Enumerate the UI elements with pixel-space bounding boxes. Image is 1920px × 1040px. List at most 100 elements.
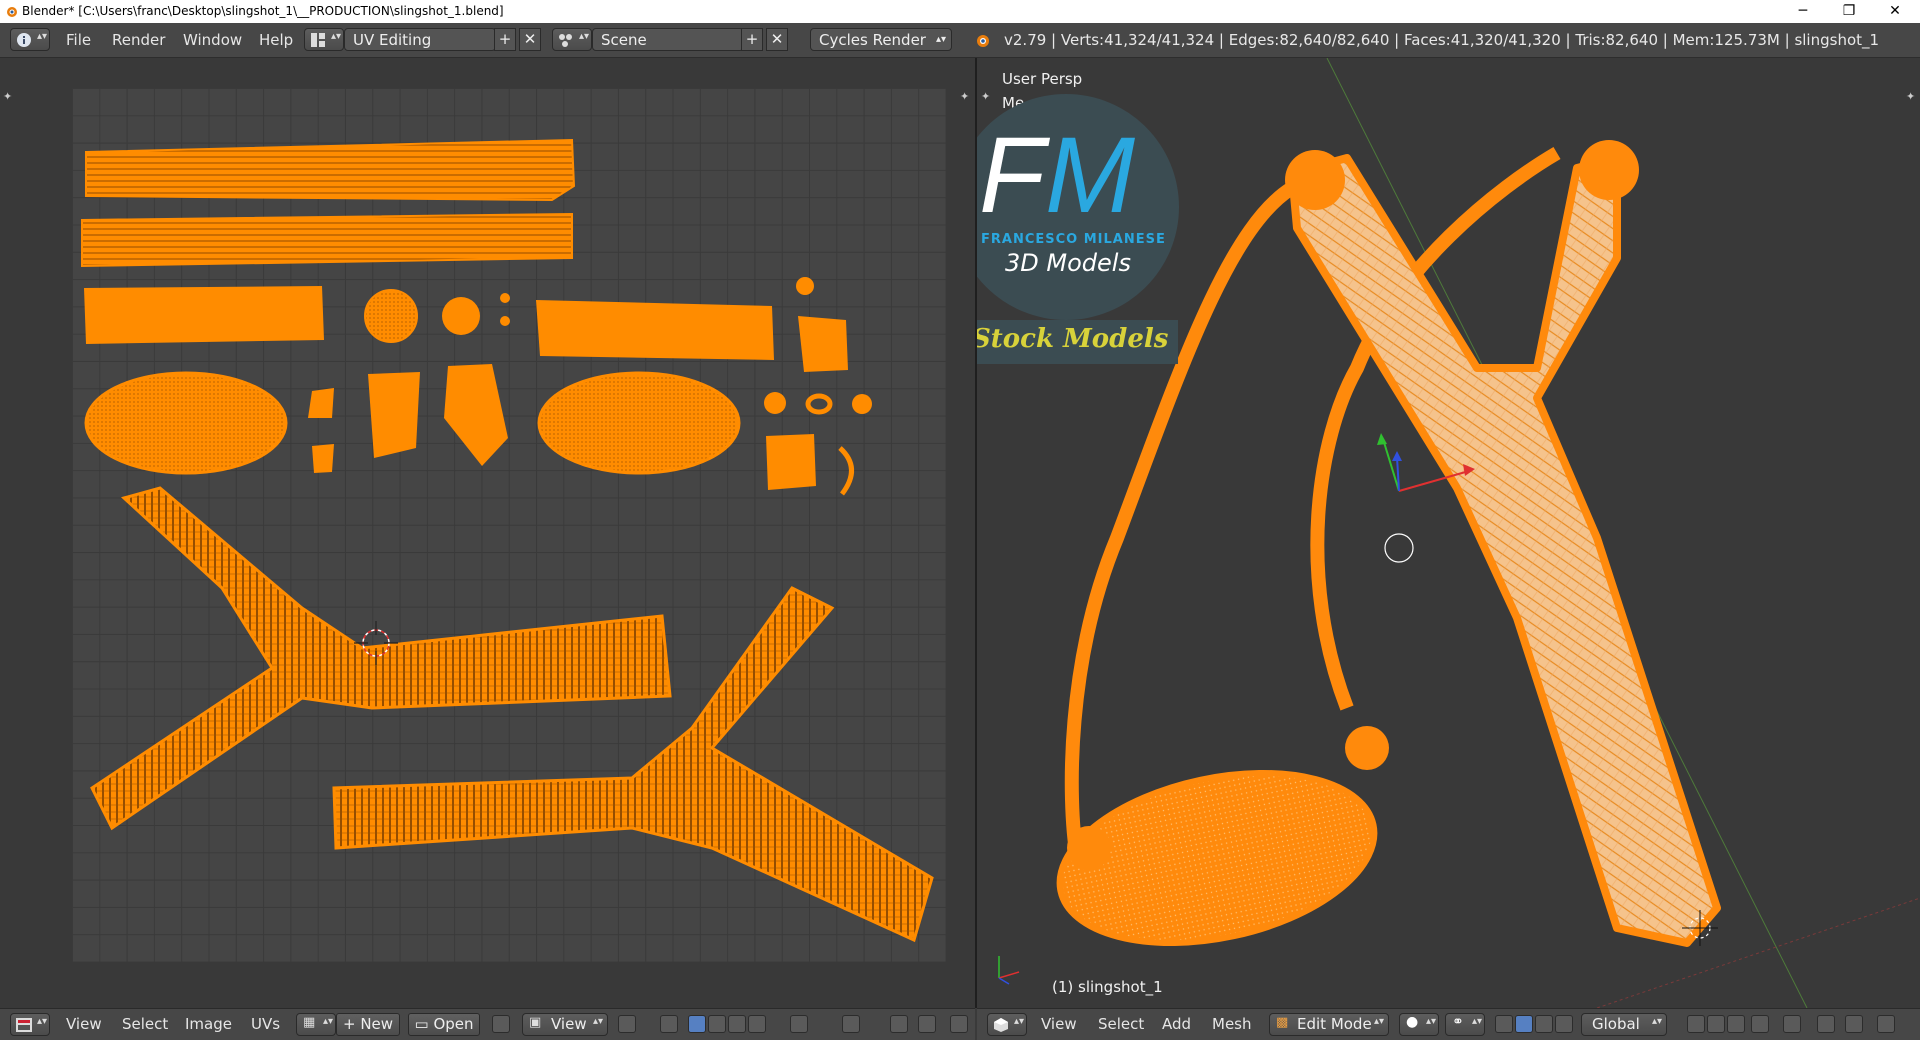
- uv-editor-header: ▴▾ View Select Image UVs ▦ ▴▾ + New ▭ Op…: [0, 1008, 975, 1040]
- menu-render[interactable]: Render: [112, 23, 165, 57]
- face-select-icon[interactable]: [728, 1015, 746, 1033]
- editor-type-info-button[interactable]: ▴▾: [10, 28, 50, 51]
- uv-island-disc-1: [364, 289, 418, 343]
- uv-island-blob-3: [798, 316, 848, 372]
- uv-island-arc: [838, 446, 854, 496]
- new-image-label: New: [360, 1015, 394, 1033]
- window-title: Blender* [C:\Users\franc\Desktop\slingsh…: [22, 4, 504, 18]
- uv-island-ring: [805, 393, 833, 415]
- close-button[interactable]: ✕: [1872, 0, 1918, 23]
- viewport-shading-dropdown[interactable]: ● ▴▾: [1399, 1013, 1439, 1036]
- uv-image-editor[interactable]: ✦ ✦: [0, 58, 977, 1008]
- watermark-initial-f: F: [979, 114, 1045, 235]
- uv-islands: [81, 138, 934, 943]
- updown-arrows-icon: ▴▾: [1472, 1016, 1483, 1027]
- sticky-mode-icon[interactable]: [790, 1015, 808, 1033]
- watermark-initial-m: M: [1045, 114, 1135, 235]
- edge-select-icon[interactable]: [708, 1015, 726, 1033]
- 3d-viewport[interactable]: ✦ ✦ User Persp Me F M FRANCESCO MILANESE…: [977, 58, 1920, 1008]
- remove-screen-button[interactable]: ✕: [519, 28, 541, 51]
- updown-arrows-icon: ▴▾: [593, 1016, 604, 1027]
- menu-help[interactable]: Help: [259, 23, 293, 57]
- add-screen-button[interactable]: +: [494, 28, 516, 51]
- edge-select-mode-icon[interactable]: [1707, 1015, 1725, 1033]
- snap-target-icon[interactable]: [918, 1015, 936, 1033]
- vertex-select-icon[interactable]: [688, 1015, 706, 1033]
- uv-menu-select[interactable]: Select: [122, 1009, 168, 1040]
- render-engine-dropdown[interactable]: Cycles Render ▴▾: [810, 28, 952, 51]
- properties-toggle-icon[interactable]: ✦: [960, 90, 969, 103]
- open-image-button[interactable]: ▭ Open: [408, 1013, 480, 1036]
- uv-grid-canvas[interactable]: [72, 88, 946, 962]
- menu-file[interactable]: File: [66, 23, 91, 57]
- vp-menu-select[interactable]: Select: [1098, 1009, 1144, 1040]
- pin-icon[interactable]: [492, 1015, 510, 1033]
- view-mode-label: View: [551, 1015, 587, 1033]
- uv-menu-view[interactable]: View: [66, 1009, 102, 1040]
- face-select-mode-icon[interactable]: [1727, 1015, 1745, 1033]
- view-mode-dropdown[interactable]: ▣ View ▴▾: [522, 1013, 608, 1036]
- updown-arrows-icon: ▴▾: [37, 31, 48, 42]
- restore-button[interactable]: ❐: [1826, 0, 1872, 23]
- proportional-edit-icon[interactable]: [842, 1015, 860, 1033]
- vertex-select-mode-icon[interactable]: [1687, 1015, 1705, 1033]
- vp-menu-view[interactable]: View: [1041, 1009, 1077, 1040]
- edit-mode-icon: ▩: [1276, 1015, 1289, 1030]
- vp-menu-add[interactable]: Add: [1162, 1009, 1191, 1040]
- transform-orientation-label: Global: [1592, 1015, 1640, 1033]
- limit-selection-icon[interactable]: [1751, 1015, 1769, 1033]
- open-image-label: Open: [433, 1015, 474, 1033]
- manipulator-toggle-icon[interactable]: [1495, 1015, 1513, 1033]
- render-preview-icon[interactable]: [1877, 1015, 1895, 1033]
- uv-island-dot-2: [500, 316, 510, 326]
- interaction-mode-dropdown[interactable]: ▩ Edit Mode ▴▾: [1269, 1013, 1389, 1036]
- scale-manipulator-icon[interactable]: [1555, 1015, 1573, 1033]
- uv-island-dot-4: [764, 392, 786, 414]
- minimize-button[interactable]: ─: [1780, 0, 1826, 23]
- frame-tip-left: [1285, 150, 1345, 210]
- uv-menu-uvs[interactable]: UVs: [251, 1009, 280, 1040]
- view-axes-icon: [998, 956, 1020, 985]
- rotate-manipulator-icon[interactable]: [1535, 1015, 1553, 1033]
- screen-layout-field[interactable]: UV Editing: [344, 28, 496, 51]
- transform-orientation-dropdown[interactable]: Global ▴▾: [1581, 1013, 1667, 1036]
- menu-window[interactable]: Window: [183, 23, 242, 57]
- viewport-header: ▴▾ View Select Add Mesh ▩ Edit Mode ▴▾ ●…: [977, 1008, 1920, 1040]
- snap-icon[interactable]: [890, 1015, 908, 1033]
- updown-arrows-icon: ▴▾: [1014, 1016, 1025, 1027]
- info-header: ▴▾ File Render Window Help ▴▾ UV Editing…: [0, 23, 1920, 58]
- watermark-brand: FRANCESCO MILANESE: [981, 232, 1166, 247]
- uv-island-pouch-2: [537, 371, 741, 475]
- updown-arrows-icon: ▴▾: [935, 34, 946, 45]
- editor-type-selector[interactable]: ▴▾: [10, 1013, 50, 1036]
- screen-layout-selector[interactable]: ▴▾: [304, 28, 344, 51]
- sync-selection-icon[interactable]: [660, 1015, 678, 1033]
- editor-type-selector[interactable]: ▴▾: [987, 1013, 1027, 1036]
- snap-element-icon[interactable]: [1845, 1015, 1863, 1033]
- 3d-view-icon: [994, 1018, 1008, 1032]
- uv-menu-image[interactable]: Image: [185, 1009, 232, 1040]
- folder-icon: ▭: [414, 1015, 434, 1033]
- vp-menu-mesh[interactable]: Mesh: [1212, 1009, 1252, 1040]
- island-select-icon[interactable]: [748, 1015, 766, 1033]
- scene-selector[interactable]: ▴▾: [552, 28, 592, 51]
- image-editor-icon: [16, 1018, 32, 1032]
- uv-island-blob-2: [536, 300, 774, 360]
- proportional-edit-icon[interactable]: [1783, 1015, 1801, 1033]
- translate-manipulator-icon[interactable]: [1515, 1015, 1533, 1033]
- toolshelf-toggle-icon[interactable]: ✦: [3, 90, 12, 103]
- add-scene-button[interactable]: +: [741, 28, 763, 51]
- uv-island-small-3: [368, 372, 420, 458]
- scene-icon: [559, 34, 572, 47]
- snap-toggle-icon[interactable]: [1817, 1015, 1835, 1033]
- render-slot-icon[interactable]: [950, 1015, 968, 1033]
- uv-island-strip-2: [81, 212, 573, 268]
- pivot-point-dropdown[interactable]: ⚭ ▴▾: [1445, 1013, 1485, 1036]
- pivot-icon[interactable]: [618, 1015, 636, 1033]
- scene-field[interactable]: Scene: [592, 28, 744, 51]
- uv-island-dot-1: [500, 293, 510, 303]
- image-browse-button[interactable]: ▦ ▴▾: [296, 1013, 336, 1036]
- render-engine-label: Cycles Render: [819, 31, 926, 49]
- remove-scene-button[interactable]: ✕: [766, 28, 788, 51]
- new-image-button[interactable]: + New: [336, 1013, 400, 1036]
